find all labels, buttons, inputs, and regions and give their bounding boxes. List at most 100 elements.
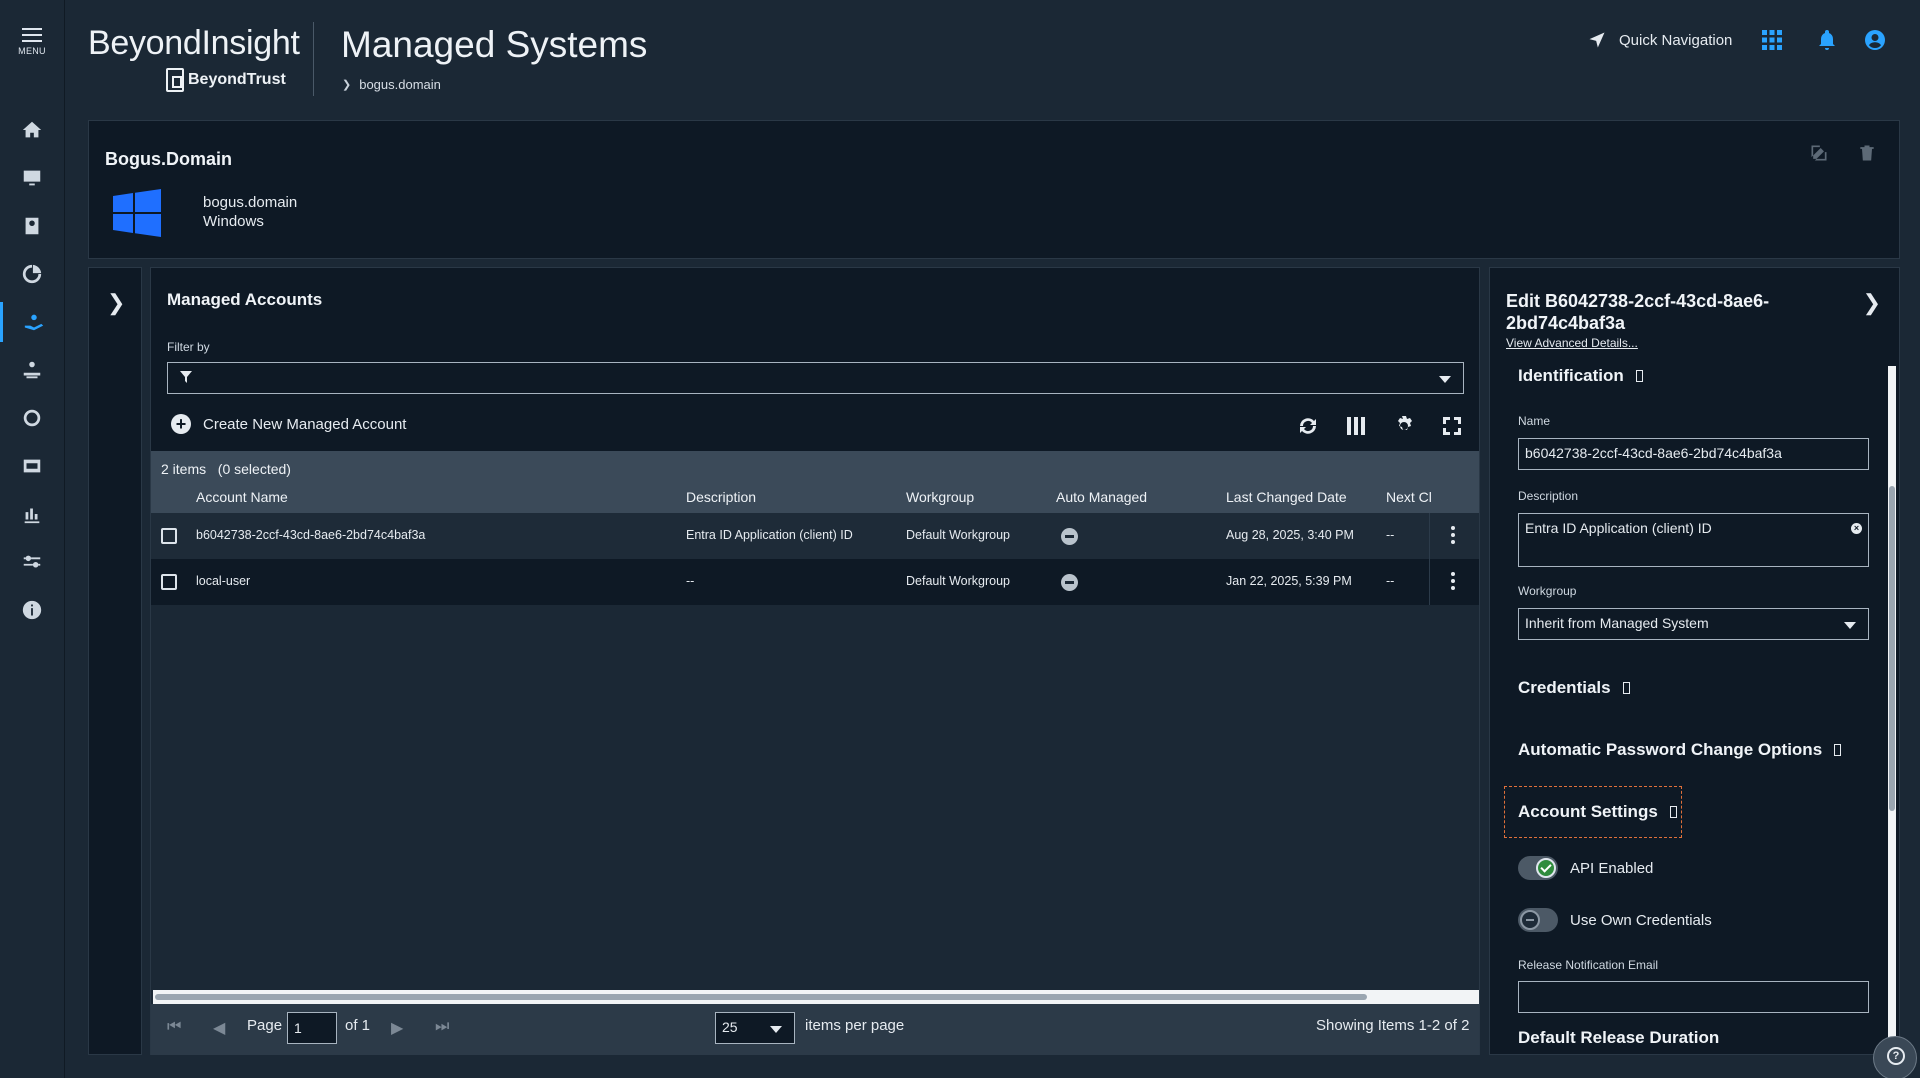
horizontal-scrollbar[interactable] <box>153 990 1479 1004</box>
grid-item-count: 2 items (0 selected) <box>161 461 291 477</box>
nav-network[interactable] <box>0 398 64 438</box>
description-field[interactable]: Entra ID Application (client) ID × <box>1518 513 1869 567</box>
nav-vault[interactable] <box>0 206 64 246</box>
nav-home[interactable] <box>0 110 64 150</box>
user-profile-button[interactable] <box>1863 28 1887 52</box>
next-page-icon[interactable]: ▶ <box>391 1018 403 1038</box>
grid-settings-button[interactable] <box>1392 414 1418 440</box>
reports-icon <box>24 508 40 524</box>
use-own-credentials-toggle[interactable] <box>1518 908 1558 932</box>
brand-logo[interactable]: BeyondInsight BeyondTrust <box>88 24 300 92</box>
scrollbar-thumb[interactable] <box>155 994 1367 1000</box>
table-row[interactable]: local-user -- Default Workgroup Jan 22, … <box>151 559 1479 605</box>
section-toggle-icon <box>1834 744 1842 756</box>
column-header-last-changed[interactable]: Last Changed Date <box>1226 489 1347 505</box>
create-managed-account-button[interactable]: + Create New Managed Account <box>171 414 406 434</box>
api-enabled-label: API Enabled <box>1570 860 1654 877</box>
fullscreen-button[interactable] <box>1440 414 1466 440</box>
quick-navigation-label: Quick Navigation <box>1619 31 1733 49</box>
section-toggle-icon <box>1669 806 1677 818</box>
previous-page-icon[interactable]: ◀ <box>213 1018 225 1038</box>
row-divider <box>1429 513 1430 559</box>
view-advanced-details-link[interactable]: View Advanced Details... <box>1506 336 1638 350</box>
edit-system-button[interactable] <box>1809 143 1831 165</box>
chevron-down-icon <box>1844 622 1856 629</box>
first-page-icon[interactable]: ⏮ <box>167 1018 181 1036</box>
left-nav-rail: MENU <box>0 0 65 1078</box>
auto-managed-disabled-icon <box>1061 528 1078 545</box>
nav-sessions[interactable] <box>0 446 64 486</box>
section-default-release-duration[interactable]: Default Release Duration <box>1518 1028 1719 1048</box>
page-number-input[interactable] <box>287 1012 337 1044</box>
refresh-button[interactable] <box>1296 414 1322 440</box>
quick-navigation-button[interactable]: Quick Navigation <box>1587 30 1732 50</box>
description-label: Description <box>1518 489 1579 503</box>
nav-reports[interactable] <box>0 494 64 534</box>
home-icon <box>22 121 42 138</box>
trash-icon <box>1860 145 1874 161</box>
column-header-description[interactable]: Description <box>686 489 756 505</box>
brand-sub-label: BeyondTrust <box>188 71 286 88</box>
name-field[interactable]: b6042738-2ccf-43cd-8ae6-2bd74c4baf3a <box>1518 438 1869 470</box>
columns-icon <box>1347 417 1365 435</box>
nav-analytics[interactable] <box>0 254 64 294</box>
description-value: Entra ID Application (client) ID <box>1525 520 1712 536</box>
brand-sub: BeyondTrust <box>166 68 286 92</box>
apps-grid-button[interactable] <box>1760 28 1784 52</box>
nav-requests[interactable] <box>0 350 64 390</box>
column-header-workgroup[interactable]: Workgroup <box>906 489 974 505</box>
section-release-duration-label: Default Release Duration <box>1518 1028 1720 1047</box>
row-checkbox[interactable] <box>161 574 177 590</box>
nav-assets[interactable] <box>0 158 64 198</box>
section-credentials-label: Credentials <box>1518 678 1611 697</box>
item-count: 2 items <box>161 461 207 477</box>
selected-count: (0 selected) <box>217 461 291 477</box>
section-identification[interactable]: Identification <box>1518 366 1643 386</box>
clear-field-icon[interactable]: × <box>1851 523 1862 534</box>
managed-system-card: Bogus.Domain bogus.domain Windows <box>88 120 1900 259</box>
section-auto-password-change[interactable]: Automatic Password Change Options <box>1518 740 1842 760</box>
per-page-select[interactable]: 25 <box>715 1012 795 1044</box>
system-meta: bogus.domain Windows <box>203 193 297 231</box>
menu-button[interactable]: MENU <box>0 28 64 56</box>
breadcrumb-item[interactable]: bogus.domain <box>359 77 441 92</box>
section-account-settings-label: Account Settings <box>1518 802 1658 821</box>
nav-managed-accounts[interactable] <box>0 302 64 342</box>
row-actions-kebab-icon[interactable] <box>1451 572 1455 592</box>
columns-button[interactable] <box>1344 414 1370 440</box>
edit-icon <box>1811 145 1827 161</box>
scrollbar-thumb[interactable] <box>1889 486 1895 811</box>
cell-description: -- <box>686 574 695 588</box>
settings-icon <box>23 555 41 568</box>
workgroup-select[interactable]: Inherit from Managed System <box>1518 608 1869 640</box>
cell-last-changed: Aug 28, 2025, 3:40 PM <box>1226 528 1354 542</box>
expand-panel-button[interactable]: ❯ <box>107 290 125 316</box>
column-header-next-change[interactable]: Next Cl <box>1386 489 1432 505</box>
row-checkbox[interactable] <box>161 528 177 544</box>
release-email-field[interactable] <box>1518 981 1869 1013</box>
column-header-account-name[interactable]: Account Name <box>196 489 288 505</box>
nav-about[interactable] <box>0 590 64 630</box>
row-divider <box>1429 559 1430 605</box>
system-name: bogus.domain <box>203 194 298 211</box>
cell-account-name[interactable]: b6042738-2ccf-43cd-8ae6-2bd74c4baf3a <box>196 528 425 542</box>
row-actions-kebab-icon[interactable] <box>1451 526 1455 546</box>
api-enabled-toggle[interactable] <box>1518 856 1558 880</box>
section-credentials[interactable]: Credentials <box>1518 678 1630 698</box>
cell-account-name[interactable]: local-user <box>196 574 250 588</box>
close-panel-button[interactable]: ❯ <box>1863 290 1881 316</box>
brand-name: BeyondInsight <box>88 24 300 62</box>
help-button[interactable]: ? <box>1873 1036 1917 1078</box>
delete-system-button[interactable] <box>1857 143 1879 165</box>
nav-configuration[interactable] <box>0 542 64 582</box>
table-row[interactable]: b6042738-2ccf-43cd-8ae6-2bd74c4baf3a Ent… <box>151 513 1479 559</box>
column-header-auto-managed[interactable]: Auto Managed <box>1056 489 1147 505</box>
filter-dropdown[interactable] <box>167 362 1464 394</box>
notifications-button[interactable] <box>1815 28 1839 52</box>
last-page-icon[interactable]: ⏭ <box>435 1018 449 1036</box>
cell-workgroup: Default Workgroup <box>906 528 1010 542</box>
section-account-settings[interactable]: Account Settings <box>1518 802 1677 822</box>
edit-panel-scrollbar[interactable] <box>1888 366 1896 1054</box>
chevron-down-icon <box>770 1026 782 1033</box>
toggle-check-icon <box>1536 858 1556 878</box>
